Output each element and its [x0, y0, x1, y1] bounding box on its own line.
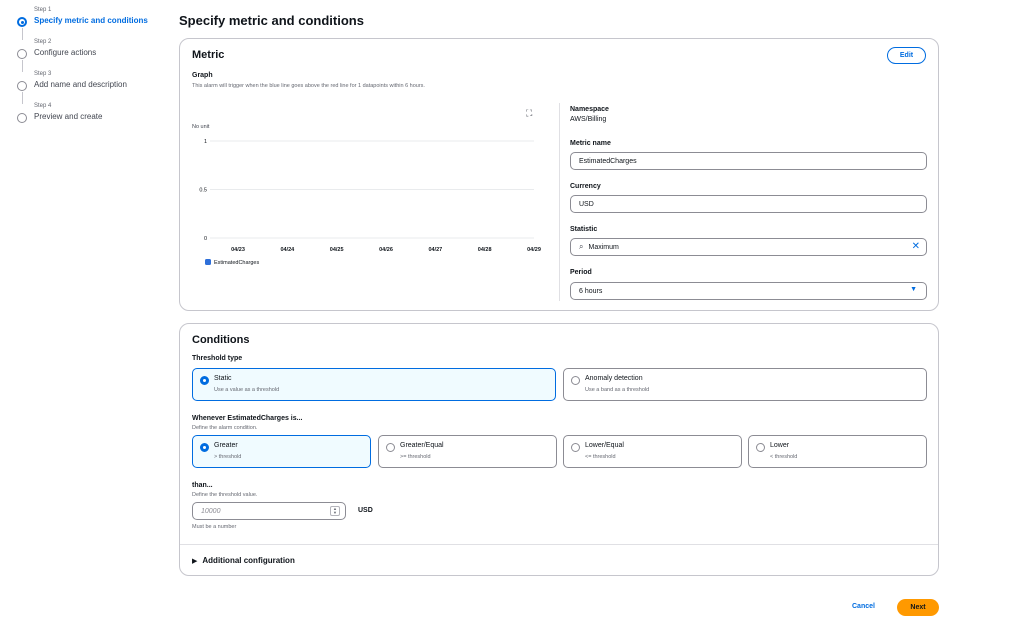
option-title: Static [214, 375, 232, 382]
x-tick-label: 04/23 [231, 247, 245, 253]
radio-greater[interactable] [200, 443, 209, 452]
y-tick-label: 1 [204, 139, 207, 145]
metric-name-label: Metric name [570, 140, 611, 147]
radio-lower[interactable] [756, 443, 765, 452]
currency-field[interactable]: USD [570, 195, 927, 213]
operator-greater[interactable]: Greater > threshold [192, 435, 371, 468]
x-tick-label: 04/24 [280, 247, 295, 253]
threshold-unit: USD [358, 507, 373, 514]
operator-lower-equal[interactable]: Lower/Equal <= threshold [563, 435, 742, 468]
threshold-type-anomaly[interactable]: Anomaly detection Use a band as a thresh… [563, 368, 927, 401]
additional-configuration-toggle[interactable]: ▶ Additional configuration [192, 556, 295, 565]
legend-label: EstimatedCharges [214, 260, 259, 266]
step-2: Step 2 Configure actions [16, 38, 166, 72]
currency-value: USD [579, 200, 594, 208]
radio-lower-equal[interactable] [571, 443, 580, 452]
y-axis-unit-label: No unit [192, 124, 210, 130]
step-3-label: Add name and description [34, 80, 127, 89]
than-label: than... [192, 482, 213, 489]
step-3-indicator [17, 81, 27, 91]
option-title: Greater [214, 442, 238, 449]
cancel-button[interactable]: Cancel [852, 603, 875, 610]
step-1[interactable]: Step 1 Specify metric and conditions [16, 6, 166, 40]
conditions-panel: Conditions Threshold type Static Use a v… [179, 323, 939, 576]
step-3: Step 3 Add name and description [16, 70, 166, 104]
option-title: Lower [770, 442, 790, 449]
statistic-label: Statistic [570, 226, 598, 233]
legend-swatch [205, 259, 211, 265]
wizard-steps: Step 1 Specify metric and conditions Ste… [16, 6, 166, 134]
option-description: Use a band as a threshold [585, 387, 650, 393]
next-button[interactable]: Next [897, 599, 939, 616]
step-4: Step 4 Preview and create [16, 102, 166, 134]
currency-label: Currency [570, 183, 601, 190]
x-tick-label: 04/29 [527, 247, 541, 253]
expand-icon: ⛶ [525, 108, 533, 119]
panel-divider [559, 103, 560, 301]
x-tick-label: 04/27 [428, 247, 442, 253]
clear-icon[interactable]: ✕ [912, 242, 920, 252]
radio-greater-equal[interactable] [386, 443, 395, 452]
whenever-hint: Define the alarm condition. [192, 425, 258, 431]
option-description: < threshold [770, 454, 798, 460]
step-1-indicator [17, 17, 27, 27]
period-label: Period [570, 269, 592, 276]
option-description: Use a value as a threshold [214, 387, 280, 393]
option-description: > threshold [214, 454, 242, 460]
metric-graph: Graph This alarm will trigger when the b… [180, 39, 560, 312]
namespace-value: AWS/Billing [570, 116, 607, 123]
operator-lower[interactable]: Lower < threshold [748, 435, 927, 468]
metric-panel: Metric Edit Graph This alarm will trigge… [179, 38, 939, 311]
operator-greater-equal[interactable]: Greater/Equal >= threshold [378, 435, 557, 468]
metric-name-field[interactable]: EstimatedCharges [570, 152, 927, 170]
namespace-label: Namespace [570, 106, 609, 113]
metric-name-value: EstimatedCharges [579, 157, 637, 165]
period-value: 6 hours [579, 287, 603, 295]
option-title: Greater/Equal [400, 442, 444, 449]
y-tick-label: 0 [204, 236, 207, 242]
stepper-icon[interactable]: ▲ ▼ [330, 506, 340, 516]
x-tick-label: 04/28 [478, 247, 492, 253]
option-title: Anomaly detection [585, 375, 643, 382]
threshold-type-label: Threshold type [192, 355, 243, 362]
option-description: >= threshold [400, 454, 431, 460]
than-hint: Define the threshold value. [192, 492, 258, 498]
edit-button[interactable]: Edit [887, 47, 926, 64]
section-divider [180, 544, 938, 545]
caret-down-icon: ▼ [910, 286, 917, 293]
threshold-note: Must be a number [192, 524, 237, 530]
statistic-autosuggest[interactable]: ⌕ Maximum ✕ [570, 238, 927, 256]
step-1-label[interactable]: Specify metric and conditions [34, 15, 166, 26]
caret-right-icon: ▶ [192, 558, 198, 565]
period-select[interactable]: 6 hours ▼ [570, 282, 927, 300]
threshold-type-static[interactable]: Static Use a value as a threshold [192, 368, 556, 401]
step-1-number: Step 1 [34, 7, 52, 13]
x-tick-label: 04/25 [330, 247, 344, 253]
conditions-heading: Conditions [192, 334, 250, 346]
threshold-input[interactable]: 10000 ▲ ▼ [192, 502, 346, 520]
step-2-number: Step 2 [34, 39, 52, 45]
step-4-label: Preview and create [34, 112, 103, 121]
chart-canvas: No unit ⛶ 1 0.5 0 04/23 04/24 04/25 04/26 04/27 04… [192, 108, 541, 266]
page-title: Specify metric and conditions [179, 13, 364, 28]
option-title: Lower/Equal [585, 442, 624, 449]
step-2-label: Configure actions [34, 48, 97, 57]
x-tick-label: 04/26 [379, 247, 393, 253]
threshold-placeholder: 10000 [201, 507, 221, 515]
option-description: <= threshold [585, 454, 616, 460]
step-2-indicator [17, 49, 27, 59]
y-tick-label: 0.5 [199, 188, 207, 194]
step-3-number: Step 3 [34, 71, 52, 77]
whenever-label: Whenever EstimatedCharges is... [192, 415, 303, 422]
statistic-value: Maximum [588, 243, 619, 251]
step-4-number: Step 4 [34, 103, 52, 109]
search-icon: ⌕ [579, 242, 584, 251]
additional-configuration-label: Additional configuration [202, 556, 295, 565]
radio-static[interactable] [200, 376, 209, 385]
step-4-indicator [17, 113, 27, 123]
radio-anomaly[interactable] [571, 376, 580, 385]
